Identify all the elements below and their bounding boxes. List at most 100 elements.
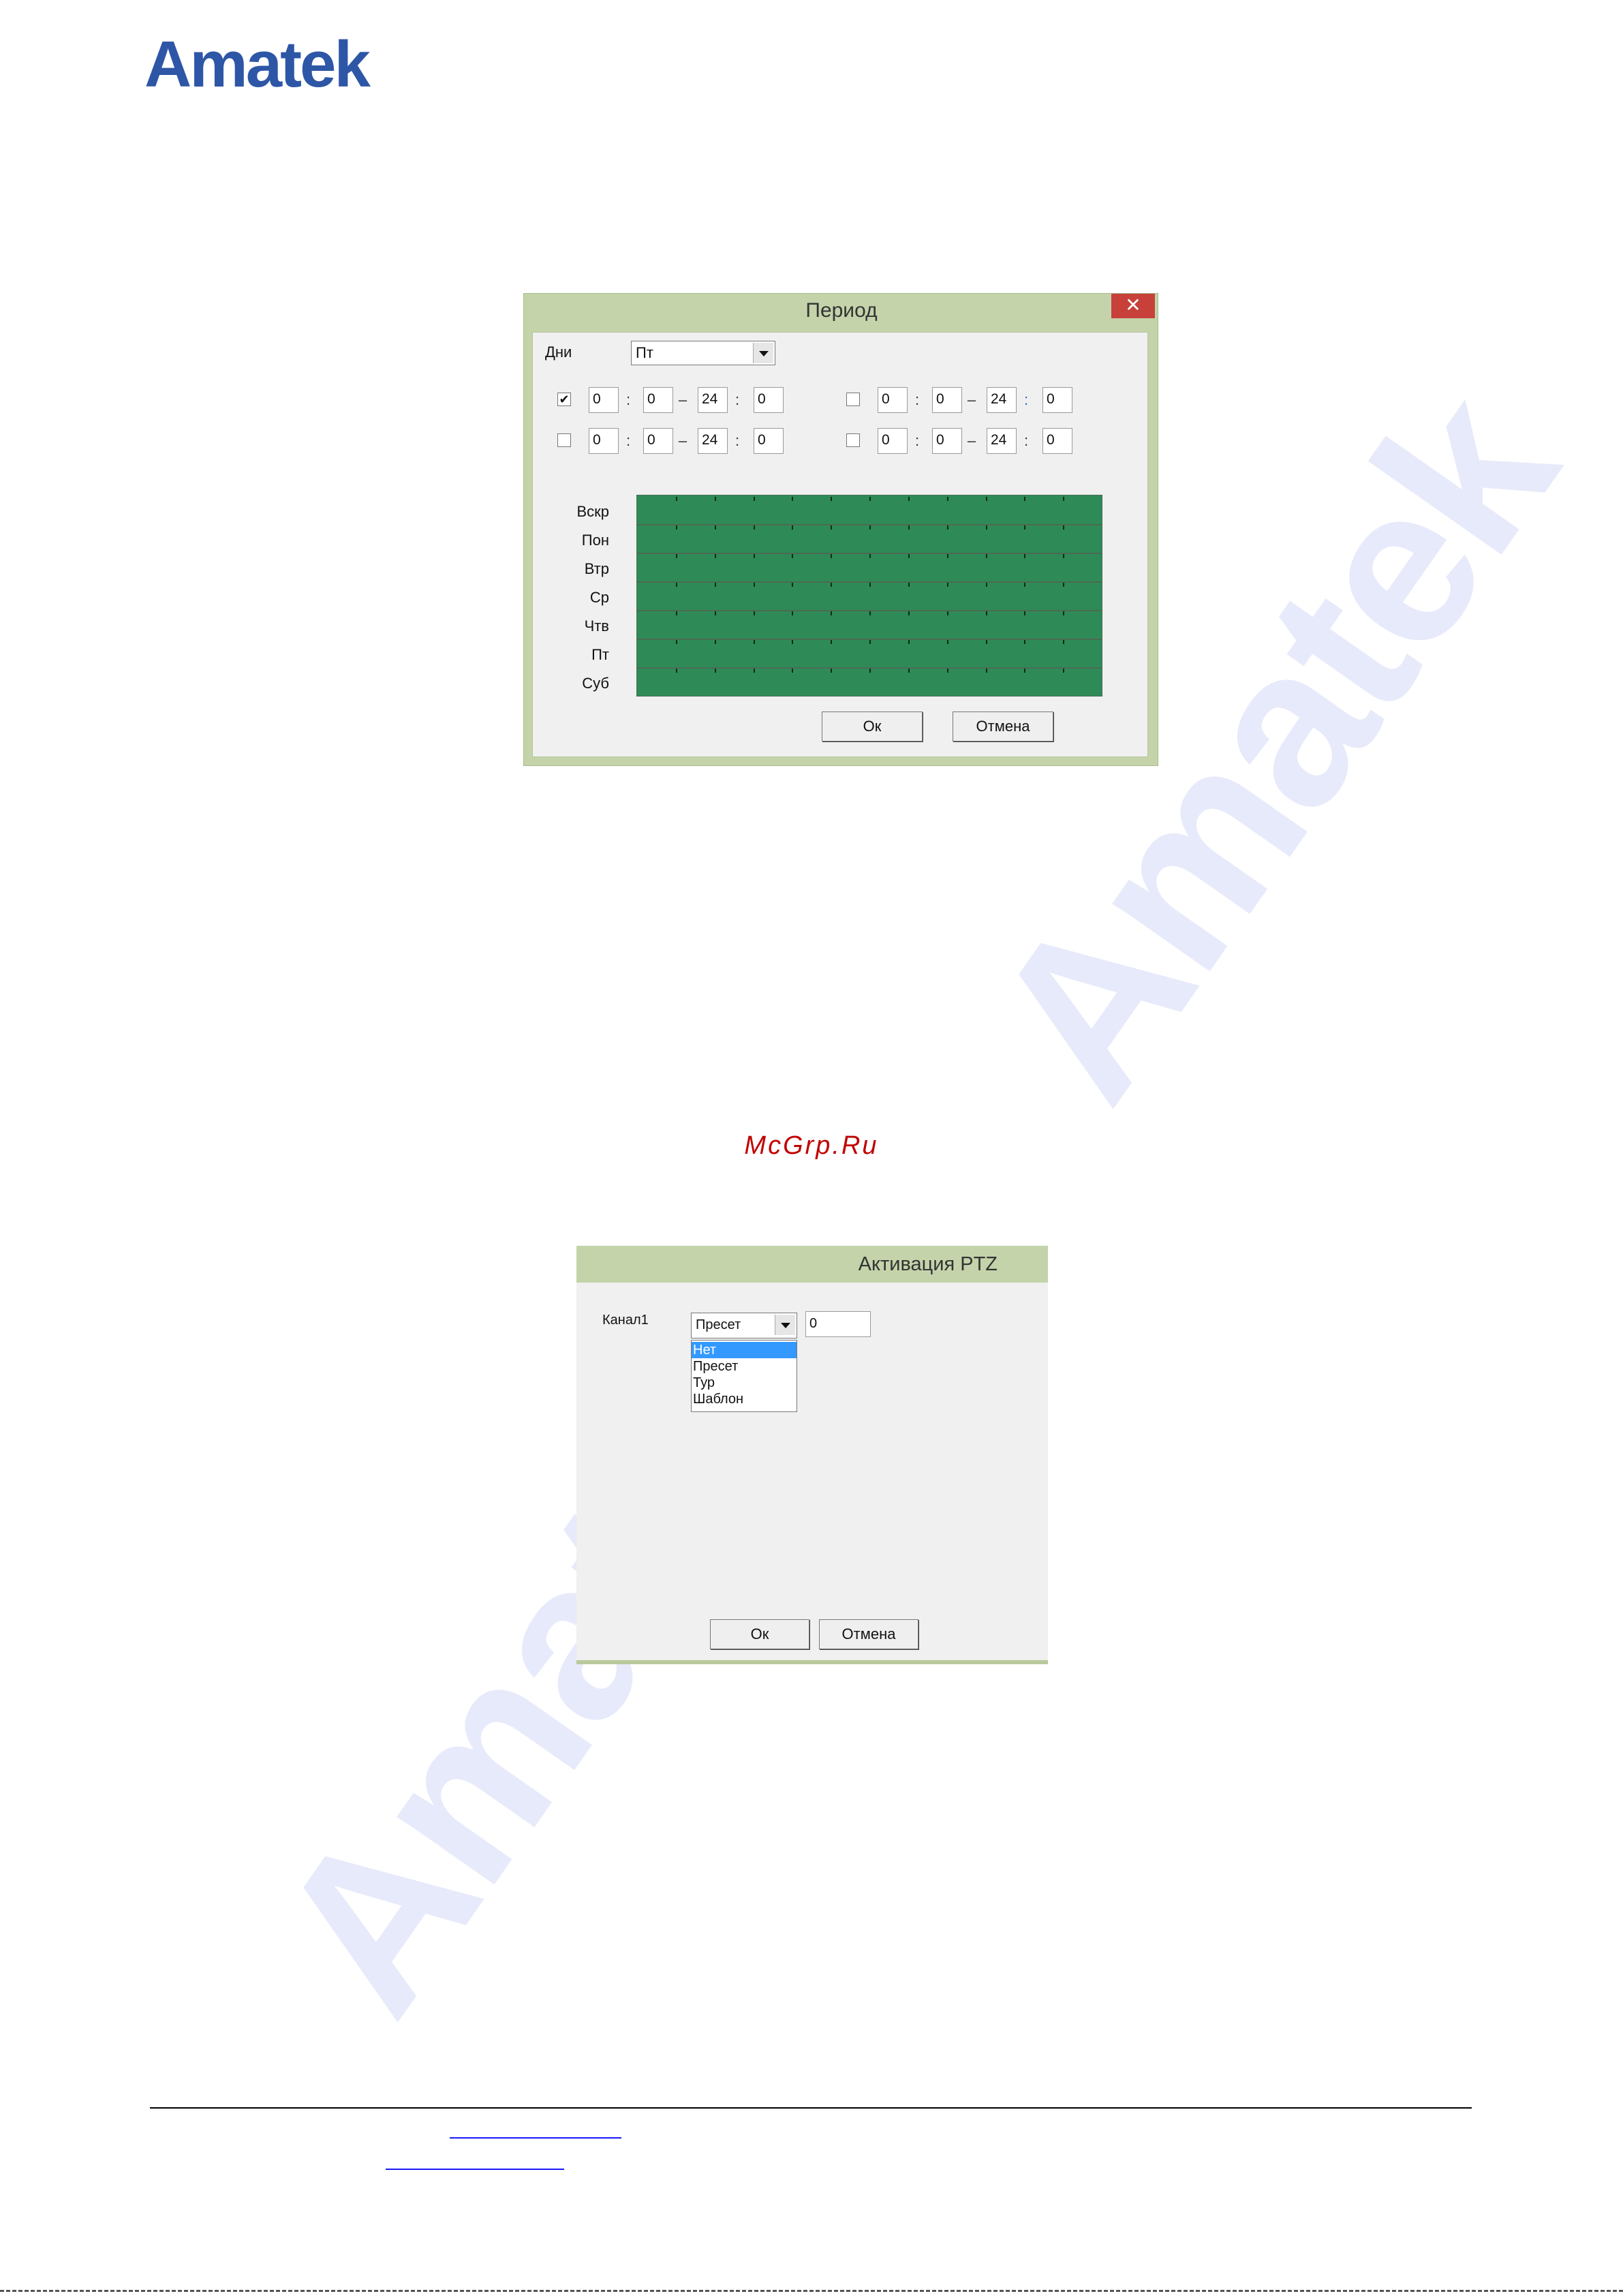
- hour-tick: [831, 611, 832, 615]
- end-hour-input[interactable]: 24: [987, 387, 1017, 413]
- close-button[interactable]: ✕: [1111, 294, 1155, 318]
- hour-tick: [831, 583, 832, 587]
- period-dialog: Период ✕ Дни Пт ✔ 0 : 0 – 24 : 0 0 : 0 –…: [523, 293, 1158, 766]
- ok-button[interactable]: Ок: [710, 1619, 809, 1649]
- hour-tick: [1024, 497, 1025, 501]
- day-label-thu: Чтв: [584, 617, 609, 634]
- amatek-logo: Amatek: [144, 28, 371, 101]
- hour-tick: [1063, 525, 1064, 530]
- hour-tick: [831, 525, 832, 530]
- hour-tick: [1063, 554, 1064, 558]
- dialog-title-bar: Активация PTZ: [576, 1246, 1048, 1283]
- day-label-wed: Ср: [589, 589, 609, 606]
- hour-tick: [947, 497, 948, 501]
- start-minute-input[interactable]: 0: [932, 428, 962, 454]
- hour-tick: [676, 554, 677, 558]
- hour-tick: [676, 640, 677, 644]
- hour-tick: [1063, 640, 1064, 644]
- chevron-down-icon[interactable]: [753, 343, 773, 363]
- hour-tick: [792, 640, 793, 644]
- colon-separator: :: [625, 391, 631, 408]
- start-hour-input[interactable]: 0: [878, 428, 908, 454]
- start-hour-input[interactable]: 0: [878, 387, 908, 413]
- hour-tick: [831, 640, 832, 644]
- cancel-button[interactable]: Отмена: [819, 1619, 918, 1649]
- hour-tick: [869, 583, 871, 587]
- hour-tick: [869, 611, 871, 615]
- hour-tick: [908, 669, 910, 673]
- hour-tick: [754, 611, 755, 615]
- chevron-down-icon[interactable]: [775, 1315, 795, 1335]
- hour-tick: [792, 611, 793, 615]
- site-watermark: McGrp.Ru: [744, 1131, 879, 1160]
- hour-tick: [715, 525, 716, 530]
- hour-tick: [754, 669, 755, 673]
- hour-tick: [869, 554, 871, 558]
- hour-tick: [792, 497, 793, 501]
- colon-separator: :: [914, 391, 920, 408]
- dash-separator: –: [967, 432, 976, 449]
- end-hour-input[interactable]: 24: [698, 428, 728, 454]
- option-tour[interactable]: Тур: [692, 1375, 797, 1391]
- colon-separator: :: [1023, 391, 1029, 408]
- footer-link[interactable]: [386, 2169, 564, 2170]
- hour-tick: [715, 611, 716, 615]
- colon-separator: :: [735, 432, 740, 449]
- day-label-sun: Вскр: [576, 503, 609, 520]
- start-minute-input[interactable]: 0: [643, 387, 673, 413]
- ptz-mode-value: Пресет: [696, 1317, 741, 1332]
- schedule-grid[interactable]: [636, 495, 1102, 697]
- option-preset[interactable]: Пресет: [692, 1358, 797, 1375]
- ptz-mode-select[interactable]: Пресет: [691, 1313, 797, 1338]
- hour-tick: [869, 525, 871, 530]
- hour-tick: [1024, 525, 1025, 530]
- start-hour-input[interactable]: 0: [589, 428, 619, 454]
- end-minute-input[interactable]: 0: [754, 387, 784, 413]
- colon-separator: :: [625, 432, 631, 449]
- start-minute-input[interactable]: 0: [643, 428, 673, 454]
- footer-link[interactable]: [450, 2137, 621, 2139]
- hour-tick: [715, 640, 716, 644]
- end-hour-input[interactable]: 24: [987, 428, 1017, 454]
- end-minute-input[interactable]: 0: [754, 428, 784, 454]
- hour-tick: [676, 611, 677, 615]
- day-label-tue: Втр: [584, 560, 609, 577]
- hour-tick: [1024, 669, 1025, 673]
- ok-button[interactable]: Ок: [822, 711, 923, 741]
- end-minute-input[interactable]: 0: [1042, 387, 1072, 413]
- hour-tick: [792, 554, 793, 558]
- range-checkbox[interactable]: [846, 433, 860, 447]
- hour-tick: [947, 611, 948, 615]
- hour-tick: [908, 554, 910, 558]
- hour-tick: [792, 525, 793, 530]
- cancel-button[interactable]: Отмена: [953, 711, 1053, 741]
- hour-tick: [986, 583, 987, 587]
- hour-tick: [986, 497, 987, 501]
- option-pattern[interactable]: Шаблон: [692, 1391, 797, 1407]
- hour-tick: [1063, 669, 1064, 673]
- dialog-title: Активация PTZ: [858, 1253, 998, 1275]
- hour-tick: [715, 669, 716, 673]
- range-checkbox[interactable]: [557, 433, 571, 447]
- hour-tick: [792, 669, 793, 673]
- footer-rule: [150, 2107, 1472, 2109]
- option-none[interactable]: Нет: [692, 1342, 797, 1358]
- day-label-mon: Пон: [581, 532, 609, 549]
- hour-tick: [1024, 554, 1025, 558]
- hour-tick: [908, 611, 910, 615]
- end-minute-input[interactable]: 0: [1042, 428, 1072, 454]
- hour-tick: [947, 525, 948, 530]
- preset-number-input[interactable]: 0: [805, 1311, 871, 1337]
- start-hour-input[interactable]: 0: [589, 387, 619, 413]
- channel-label: Канал1: [602, 1313, 649, 1328]
- end-hour-input[interactable]: 24: [698, 387, 728, 413]
- dash-separator: –: [678, 391, 687, 408]
- days-select[interactable]: Пт: [631, 341, 775, 365]
- range-checkbox[interactable]: [846, 393, 860, 406]
- hour-tick: [1063, 611, 1064, 615]
- hour-tick: [754, 640, 755, 644]
- page-bottom-rule: [0, 2290, 1623, 2292]
- hour-tick: [908, 497, 910, 501]
- range-checkbox[interactable]: ✔: [557, 393, 571, 406]
- start-minute-input[interactable]: 0: [932, 387, 962, 413]
